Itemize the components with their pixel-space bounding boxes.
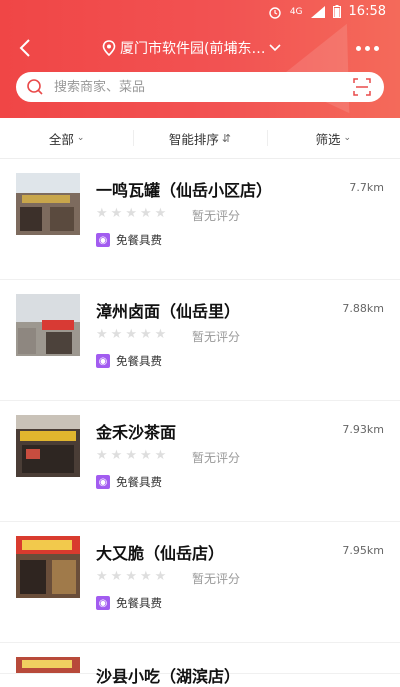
shop-item[interactable]: 漳州卤面（仙岳里） 7.88km ★ ★ ★ ★ ★ 暂无评分 ◉ 免餐具费 — [0, 280, 400, 401]
star-icon: ★ — [96, 448, 108, 463]
back-icon[interactable] — [14, 36, 38, 60]
search-bar[interactable] — [16, 72, 384, 102]
alarm-icon — [269, 6, 281, 19]
chevron-down-icon: ⌄ — [343, 133, 352, 143]
shop-name: 漳州卤面（仙岳里） — [96, 302, 241, 321]
shop-item[interactable]: 金禾沙茶面 7.93km ★ ★ ★ ★ ★ 暂无评分 ◉ 免餐具费 — [0, 401, 400, 522]
more-options-icon[interactable] — [356, 38, 386, 58]
shop-photo — [16, 536, 80, 598]
promo-badge: ◉ 免餐具费 — [96, 353, 162, 369]
rating-text: 暂无评分 — [192, 330, 241, 344]
star-icon: ★ — [154, 327, 167, 342]
scan-icon[interactable] — [352, 77, 372, 97]
shop-photo — [16, 294, 80, 356]
filter-bar: 全部 ⌄ 智能排序 ⇵ 筛选 ⌄ — [0, 118, 400, 159]
star-icon: ★ — [125, 206, 137, 221]
shop-photo — [16, 173, 80, 235]
shop-item[interactable]: 沙县小吃（湖滨店） — [0, 643, 400, 686]
star-icon: ★ — [139, 327, 152, 342]
status-time: 16:58 — [348, 4, 386, 19]
shop-name: 一鸣瓦罐（仙岳小区店） — [96, 181, 273, 200]
star-icon: ★ — [154, 206, 167, 221]
star-icon: ★ — [125, 569, 137, 584]
star-icon: ★ — [110, 448, 123, 463]
shop-photo — [16, 657, 80, 673]
rating-stars: ★ ★ ★ ★ ★ — [96, 207, 166, 221]
promo-badge: ◉ 免餐具费 — [96, 232, 162, 248]
shop-name: 金禾沙茶面 — [96, 423, 177, 442]
star-icon: ★ — [96, 206, 108, 221]
shop-distance: 7.93km — [342, 423, 384, 436]
shop-item[interactable]: 大又脆（仙岳店） 7.95km ★ ★ ★ ★ ★ 暂无评分 ◉ 免餐具费 — [0, 522, 400, 643]
shop-list: 一鸣瓦罐（仙岳小区店） 7.7km ★ ★ ★ ★ ★ 暂无评分 ◉ 免餐具费 … — [0, 159, 400, 686]
star-icon: ★ — [139, 206, 152, 221]
shop-item[interactable]: 一鸣瓦罐（仙岳小区店） 7.7km ★ ★ ★ ★ ★ 暂无评分 ◉ 免餐具费 — [0, 159, 400, 280]
tableware-icon: ◉ — [96, 354, 110, 368]
promo-badge: ◉ 免餐具费 — [96, 474, 162, 490]
network-label: 4G — [289, 6, 303, 17]
star-icon: ★ — [139, 569, 152, 584]
tableware-icon: ◉ — [96, 233, 110, 247]
shop-distance: 7.88km — [342, 302, 384, 315]
header: 4G 16:58 厦门市软件园(前埔东… — [0, 0, 400, 118]
battery-icon — [332, 5, 341, 18]
nav-bar: 厦门市软件园(前埔东… — [0, 28, 400, 68]
shop-photo — [16, 415, 80, 477]
star-icon: ★ — [154, 448, 167, 463]
star-icon: ★ — [96, 569, 108, 584]
status-bar: 4G 16:58 — [0, 0, 400, 26]
star-icon: ★ — [96, 327, 108, 342]
rating-stars: ★ ★ ★ ★ ★ — [96, 328, 166, 342]
rating-text: 暂无评分 — [192, 451, 241, 465]
chevron-down-icon: ⌄ — [76, 133, 85, 143]
star-icon: ★ — [139, 448, 152, 463]
promo-text: 免餐具费 — [116, 475, 162, 489]
promo-badge: ◉ 免餐具费 — [96, 595, 162, 611]
tableware-icon: ◉ — [96, 475, 110, 489]
promo-text: 免餐具费 — [116, 354, 162, 368]
filter-screen-label: 筛选 — [315, 131, 341, 147]
shop-distance: 7.95km — [342, 544, 384, 557]
filter-screen[interactable]: 筛选 ⌄ — [266, 118, 400, 158]
star-icon: ★ — [154, 569, 167, 584]
rating-text: 暂无评分 — [192, 209, 241, 223]
promo-text: 免餐具费 — [116, 233, 162, 247]
location-pin-icon — [102, 40, 116, 56]
shop-distance: 7.7km — [349, 181, 384, 194]
filter-all[interactable]: 全部 ⌄ — [0, 118, 133, 158]
rating-stars: ★ ★ ★ ★ ★ — [96, 449, 166, 463]
star-icon: ★ — [125, 327, 137, 342]
chevron-down-icon — [269, 44, 282, 52]
star-icon: ★ — [110, 206, 123, 221]
sort-icon: ⇵ — [221, 131, 232, 145]
tableware-icon: ◉ — [96, 596, 110, 610]
star-icon: ★ — [110, 327, 123, 342]
rating-text: 暂无评分 — [192, 572, 241, 586]
filter-all-label: 全部 — [48, 131, 74, 147]
filter-sort-label: 智能排序 — [168, 131, 219, 147]
promo-text: 免餐具费 — [116, 596, 162, 610]
search-input[interactable] — [52, 78, 346, 96]
filter-sort[interactable]: 智能排序 ⇵ — [133, 118, 266, 158]
search-icon — [27, 79, 43, 95]
star-icon: ★ — [110, 569, 123, 584]
location-text: 厦门市软件园(前埔东… — [120, 41, 266, 57]
location-selector[interactable]: 厦门市软件园(前埔东… — [102, 36, 282, 60]
star-icon: ★ — [125, 448, 137, 463]
rating-stars: ★ ★ ★ ★ ★ — [96, 570, 166, 584]
signal-icon — [310, 5, 325, 18]
shop-name: 大又脆（仙岳店） — [96, 544, 225, 563]
